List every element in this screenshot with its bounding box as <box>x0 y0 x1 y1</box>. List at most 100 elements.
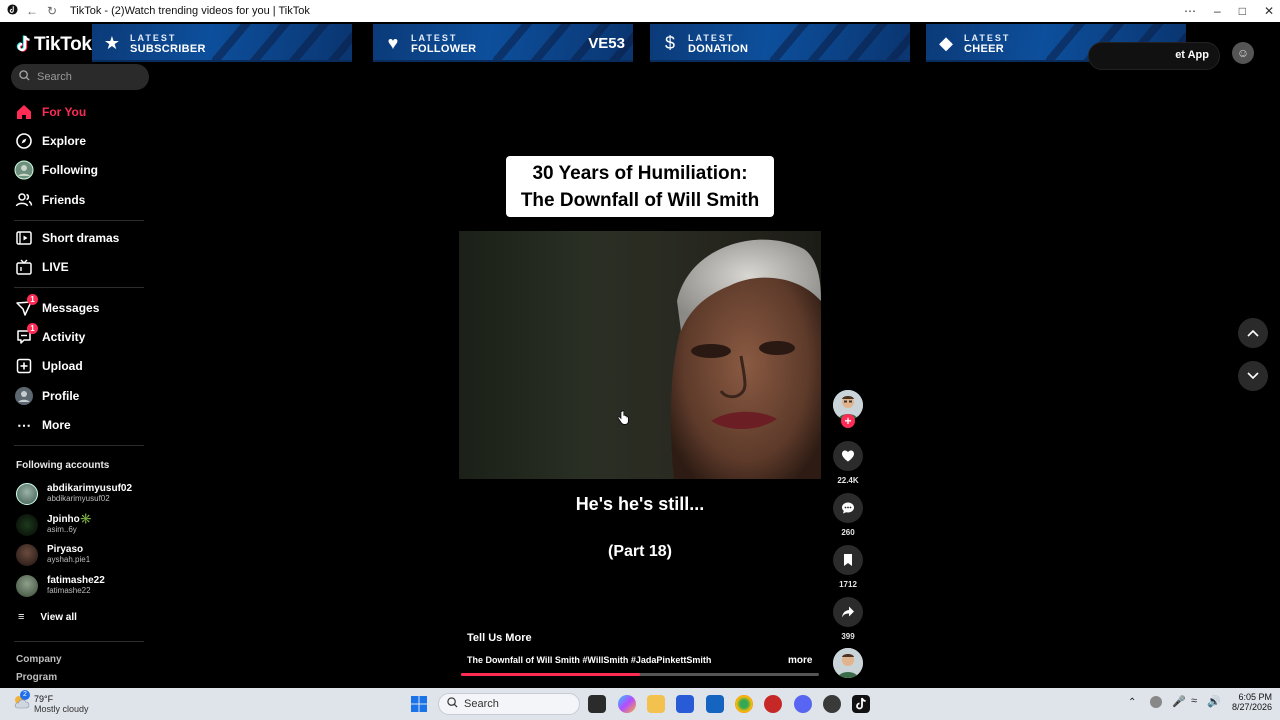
comment-action[interactable]: 260 <box>832 493 864 537</box>
outlook-icon[interactable] <box>706 695 724 713</box>
file-explorer-icon[interactable] <box>647 695 665 713</box>
copilot-icon[interactable] <box>618 695 636 713</box>
nav-label: Short dramas <box>42 231 120 245</box>
next-video-button[interactable] <box>1238 361 1268 391</box>
weather-condition: Mostly cloudy <box>34 704 89 714</box>
view-all-link[interactable]: ≡ View all <box>18 611 77 623</box>
dollar-icon: $ <box>664 33 675 53</box>
nav-label: LIVE <box>42 260 69 274</box>
weather-widget[interactable]: 2 79°F Mostly cloudy <box>12 690 102 716</box>
app-dark-icon[interactable] <box>823 695 841 713</box>
tray-chevron-icon[interactable]: ⌃ <box>1128 697 1136 708</box>
microphone-icon[interactable]: 🎤 <box>1172 695 1186 708</box>
browser-title: TikTok - (2)Watch trending videos for yo… <box>70 5 310 17</box>
windows-start-icon[interactable] <box>410 695 428 713</box>
maximize-icon[interactable]: □ <box>1239 4 1246 18</box>
nav-friends[interactable]: Friends <box>14 188 144 212</box>
heart-icon[interactable] <box>833 441 863 471</box>
volume-icon[interactable]: 🔊 <box>1207 695 1221 708</box>
video-description: The Downfall of Will Smith #WillSmith #J… <box>467 655 712 665</box>
nav-label: Following <box>42 163 98 177</box>
video-progress-bar[interactable] <box>461 673 819 676</box>
diamond-icon: ◆ <box>939 33 953 53</box>
taskbar-search[interactable]: Search <box>438 693 580 715</box>
view-all-label: View all <box>40 611 77 623</box>
sidebar-divider <box>14 287 144 288</box>
following-account-item[interactable]: fatimashe22 fatimashe22 <box>16 573 146 601</box>
following-account-item[interactable]: Jpinho✳️ asim..6y <box>16 512 146 540</box>
video-player[interactable] <box>459 231 821 479</box>
get-app-label: et App <box>1175 49 1209 61</box>
video-title-line2: The Downfall of Will Smith <box>520 190 760 211</box>
share-action[interactable]: 399 <box>832 597 864 641</box>
wifi-icon[interactable]: ≈ <box>1191 695 1197 707</box>
sound-avatar[interactable] <box>833 648 863 678</box>
video-author[interactable]: Tell Us More <box>467 632 532 644</box>
tiktok-taskbar-icon[interactable] <box>852 695 870 713</box>
minimize-icon[interactable]: – <box>1214 4 1221 18</box>
close-icon[interactable]: ✕ <box>1264 4 1274 18</box>
nav-upload[interactable]: Upload <box>14 354 144 378</box>
bookmark-icon[interactable] <box>833 545 863 575</box>
comment-icon[interactable] <box>833 493 863 523</box>
save-count: 1712 <box>839 580 857 589</box>
following-accounts-title: Following accounts <box>16 460 110 471</box>
video-part-label: (Part 18) <box>607 543 673 560</box>
follow-plus-button[interactable]: + <box>841 414 855 428</box>
account-name: Jpinho✳️ <box>47 514 93 525</box>
nav-live[interactable]: LIVE <box>14 255 144 279</box>
comment-count: 260 <box>841 528 855 537</box>
nav-messages[interactable]: 1 Messages <box>14 294 144 320</box>
user-avatar[interactable]: ☺ <box>1232 42 1254 64</box>
footer-company-link[interactable]: Company <box>16 654 62 665</box>
account-handle: ayshah.pie1 <box>47 555 91 564</box>
nav-profile[interactable]: Profile <box>14 384 144 408</box>
weather-temp: 79°F <box>34 694 54 704</box>
search-box[interactable] <box>11 64 149 90</box>
get-app-button[interactable]: et App <box>1088 42 1220 70</box>
compass-icon <box>14 131 34 151</box>
reload-icon[interactable]: ↻ <box>44 4 60 18</box>
avatar <box>16 544 38 566</box>
share-arrow-icon[interactable] <box>833 597 863 627</box>
nav-activity[interactable]: 1 Activity <box>14 323 144 349</box>
following-account-item[interactable]: abdikarimyusuf02 abdikarimyusuf02 <box>16 481 146 509</box>
search-icon <box>447 697 458 711</box>
video-caption: He's he's still... <box>575 494 705 514</box>
nav-explore[interactable]: Explore <box>14 129 144 153</box>
following-account-item[interactable]: Piryaso ayshah.pie1 <box>16 542 146 570</box>
nav-more[interactable]: ⋯ More <box>14 413 144 437</box>
nav-label: Explore <box>42 134 87 148</box>
tiktok-note-icon <box>16 35 32 59</box>
nav-for-you[interactable]: For You <box>14 100 144 124</box>
save-action[interactable]: 1712 <box>832 545 864 589</box>
avatar <box>16 483 38 505</box>
tiktok-logo[interactable]: TikTok <box>16 34 92 59</box>
nav-label: Messages <box>42 301 100 315</box>
weather-badge: 2 <box>20 690 30 700</box>
banner-title: DONATION <box>688 43 749 55</box>
search-input[interactable] <box>37 71 137 83</box>
banner-latest-donation: $ LATEST DONATION <box>650 24 910 62</box>
banner-label: LATEST <box>411 33 458 43</box>
menu-dots-icon[interactable]: ⋯ <box>1184 4 1196 18</box>
footer-program-link[interactable]: Program <box>16 672 57 683</box>
windows-taskbar: 2 79°F Mostly cloudy Search ⌃ 🎤 ≈ 🔊 6:05… <box>0 688 1280 720</box>
more-button[interactable]: more <box>788 655 812 666</box>
taskbar-clock[interactable]: 6:05 PM 8/27/2026 <box>1222 692 1272 712</box>
store-icon[interactable] <box>676 695 694 713</box>
chevron-up-icon <box>1247 324 1259 342</box>
account-name: Piryaso <box>47 544 84 555</box>
sidebar-divider <box>14 641 144 642</box>
task-view-icon[interactable] <box>588 695 606 713</box>
nav-following[interactable]: Following <box>14 158 144 182</box>
heart-icon: ♥ <box>387 33 399 53</box>
nav-short-dramas[interactable]: Short dramas <box>14 226 144 250</box>
chrome-icon[interactable] <box>735 695 753 713</box>
tray-app-icon[interactable] <box>1150 696 1162 708</box>
discord-icon[interactable] <box>794 695 812 713</box>
back-icon[interactable]: ← <box>24 4 40 18</box>
app-red-icon[interactable] <box>764 695 782 713</box>
previous-video-button[interactable] <box>1238 318 1268 348</box>
like-action[interactable]: 22.4K <box>832 441 864 485</box>
